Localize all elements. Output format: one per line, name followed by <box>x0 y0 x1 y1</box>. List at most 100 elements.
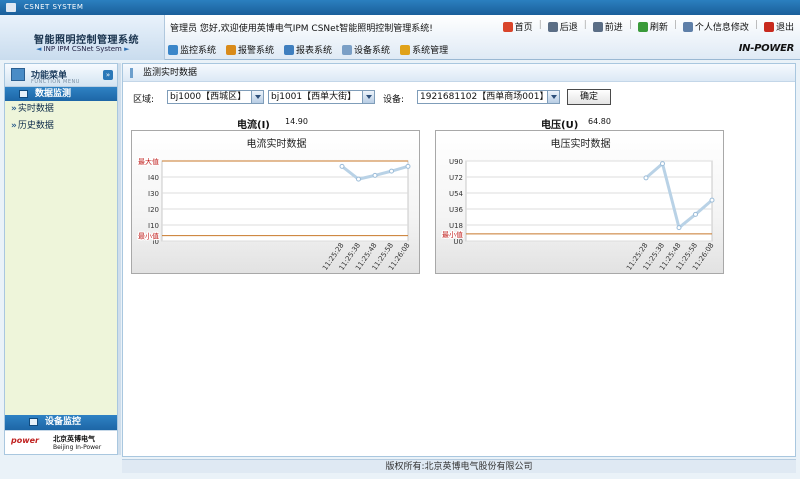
threshold-min-label: 最小值 <box>138 232 159 241</box>
main-nav: 监控系统 报警系统 报表系统 设备系统 系统管理 <box>168 43 448 56</box>
data-point <box>643 175 649 181</box>
brand-title: 智能照明控制管理系统 <box>34 35 139 46</box>
double-chevron-icon: » <box>11 104 17 114</box>
confirm-button[interactable]: 确定 <box>567 89 611 105</box>
function-menu-subtitle: FUNCTION MENU <box>31 79 80 85</box>
data-point <box>389 168 394 174</box>
sidebar-item-label: 历史数据 <box>17 121 54 131</box>
nav-label: 设备系统 <box>354 46 391 56</box>
data-point <box>709 197 715 203</box>
street-select-value: bj1001【西单大街】 <box>271 92 357 102</box>
window-title: CSNET SYSTEM <box>24 3 84 11</box>
voltage-chart: 电压实时数据 U0 U18 U36 U54 U72 U90 最小值 11:25:28 11:25:… <box>435 130 724 274</box>
section-marker <box>130 68 133 78</box>
sidebar-group-device-monitor[interactable]: 设备监控 <box>5 415 117 430</box>
nav-alarm[interactable]: 报警系统 <box>226 43 274 56</box>
sidebar-item-realtime-data[interactable]: »实时数据 <box>5 101 117 118</box>
right-arrow-icon: ► <box>121 45 130 53</box>
exit-icon <box>763 21 774 32</box>
top-link-back[interactable]: 后退 <box>547 20 578 33</box>
threshold-max-label: 最大值 <box>138 157 159 166</box>
nav-report[interactable]: 报表系统 <box>284 43 332 56</box>
top-link-label: 个人信息修改 <box>694 23 749 33</box>
device-label: 设备: <box>383 95 405 105</box>
data-point <box>660 161 665 167</box>
chart-title: 电压实时数据 <box>551 137 611 150</box>
top-link-forward[interactable]: 前进 <box>592 20 623 33</box>
monitor-group-icon <box>19 90 28 98</box>
chevron-down-icon <box>251 91 263 103</box>
top-link-user-edit[interactable]: 个人信息修改 <box>682 20 749 33</box>
sidebar-splitter[interactable] <box>118 63 121 455</box>
company-name-en: Beijing In-Power <box>53 444 102 451</box>
voltage-value: 64.80 <box>588 117 611 126</box>
chart-svg: 电流实时数据I0I10I20I30I40I50最大值最小值11:25:2811:… <box>137 137 412 272</box>
left-arrow-icon: ◄ <box>36 45 44 53</box>
brand-subtitle-row: ◄ INP IPM CSNet System ► <box>36 45 129 53</box>
main-content: 监测实时数据 区域: bj1000【西城区】 bj1001【西单大街】 设备: … <box>122 63 796 457</box>
device-icon <box>342 44 353 55</box>
nav-label: 报警系统 <box>238 46 275 56</box>
plot-area <box>465 160 713 242</box>
collapse-icon[interactable]: » <box>103 70 113 80</box>
data-point <box>339 163 345 169</box>
device-select[interactable]: 1921681102【西单商场001】 <box>417 90 560 104</box>
app-logo-icon <box>6 3 16 12</box>
welcome-message: 管理员 您好,欢迎使用英博电气IPM CSNet智能照明控制管理系统! <box>170 24 433 34</box>
street-select[interactable]: bj1001【西单大街】 <box>268 90 375 104</box>
nav-label: 报表系统 <box>296 46 333 56</box>
power-logo: power <box>11 436 39 445</box>
nav-label: 系统管理 <box>412 46 449 56</box>
chevron-down-icon <box>547 91 559 103</box>
link-separator: | <box>673 20 677 30</box>
device-select-value: 1921681102【西单商场001】 <box>420 92 549 102</box>
data-point <box>356 176 361 182</box>
settings-icon <box>400 44 411 55</box>
refresh-icon <box>637 21 648 32</box>
user-edit-icon <box>682 21 693 32</box>
sidebar: 功能菜单 FUNCTION MENU » 数据监测 »实时数据 »历史数据 设备… <box>4 63 118 455</box>
nav-label: 监控系统 <box>180 46 217 56</box>
y-tick-label: I10 <box>148 222 159 230</box>
footer: 版权所有:北京英博电气股份有限公司 <box>122 459 796 473</box>
top-link-refresh[interactable]: 刷新 <box>637 20 668 33</box>
link-separator: | <box>628 20 632 30</box>
data-point <box>405 163 411 169</box>
top-links: 首页 | 后退 | 前进 | 刷新 | 个人信息修改 | 退出 <box>502 20 794 33</box>
chart-title: 电流实时数据 <box>247 137 307 150</box>
sidebar-group-label: 设备监控 <box>45 417 82 427</box>
link-separator: | <box>754 20 758 30</box>
chart-svg: 电压实时数据U0U18U36U54U72U90最小值11:25:2811:25:… <box>441 137 716 272</box>
window-titlebar: CSNET SYSTEM <box>0 0 800 15</box>
data-point <box>676 225 682 231</box>
plot-area <box>161 160 409 242</box>
current-title: 电流(I) <box>237 120 270 131</box>
device-group-icon <box>29 418 38 426</box>
sidebar-item-history-data[interactable]: »历史数据 <box>5 118 117 135</box>
y-tick-label: U0 <box>453 238 463 246</box>
y-tick-label: U72 <box>449 174 463 182</box>
top-link-home[interactable]: 首页 <box>502 20 533 33</box>
voltage-title: 电压(U) <box>541 120 579 131</box>
top-link-label: 刷新 <box>649 23 668 33</box>
nav-monitor[interactable]: 监控系统 <box>168 43 216 56</box>
top-link-exit[interactable]: 退出 <box>763 20 794 33</box>
sidebar-item-label: 实时数据 <box>17 104 54 114</box>
data-point <box>693 211 698 217</box>
double-chevron-icon: » <box>11 121 17 131</box>
function-menu-header: 功能菜单 FUNCTION MENU » <box>5 64 117 87</box>
top-link-label: 后退 <box>559 23 578 33</box>
link-separator: | <box>583 20 587 30</box>
area-select[interactable]: bj1000【西城区】 <box>167 90 264 104</box>
current-value: 14.90 <box>285 117 308 126</box>
nav-device[interactable]: 设备系统 <box>342 43 390 56</box>
link-separator: | <box>538 20 542 30</box>
y-tick-label: I30 <box>148 190 159 198</box>
section-header: 监测实时数据 <box>123 64 795 82</box>
sidebar-group-data-monitor[interactable]: 数据监测 <box>5 87 117 101</box>
monitor-icon <box>168 44 178 55</box>
section-title: 监测实时数据 <box>143 68 198 78</box>
inpower-logo: IN-POWER <box>738 43 795 54</box>
nav-settings[interactable]: 系统管理 <box>400 43 448 56</box>
area-select-value: bj1000【西城区】 <box>170 92 247 102</box>
